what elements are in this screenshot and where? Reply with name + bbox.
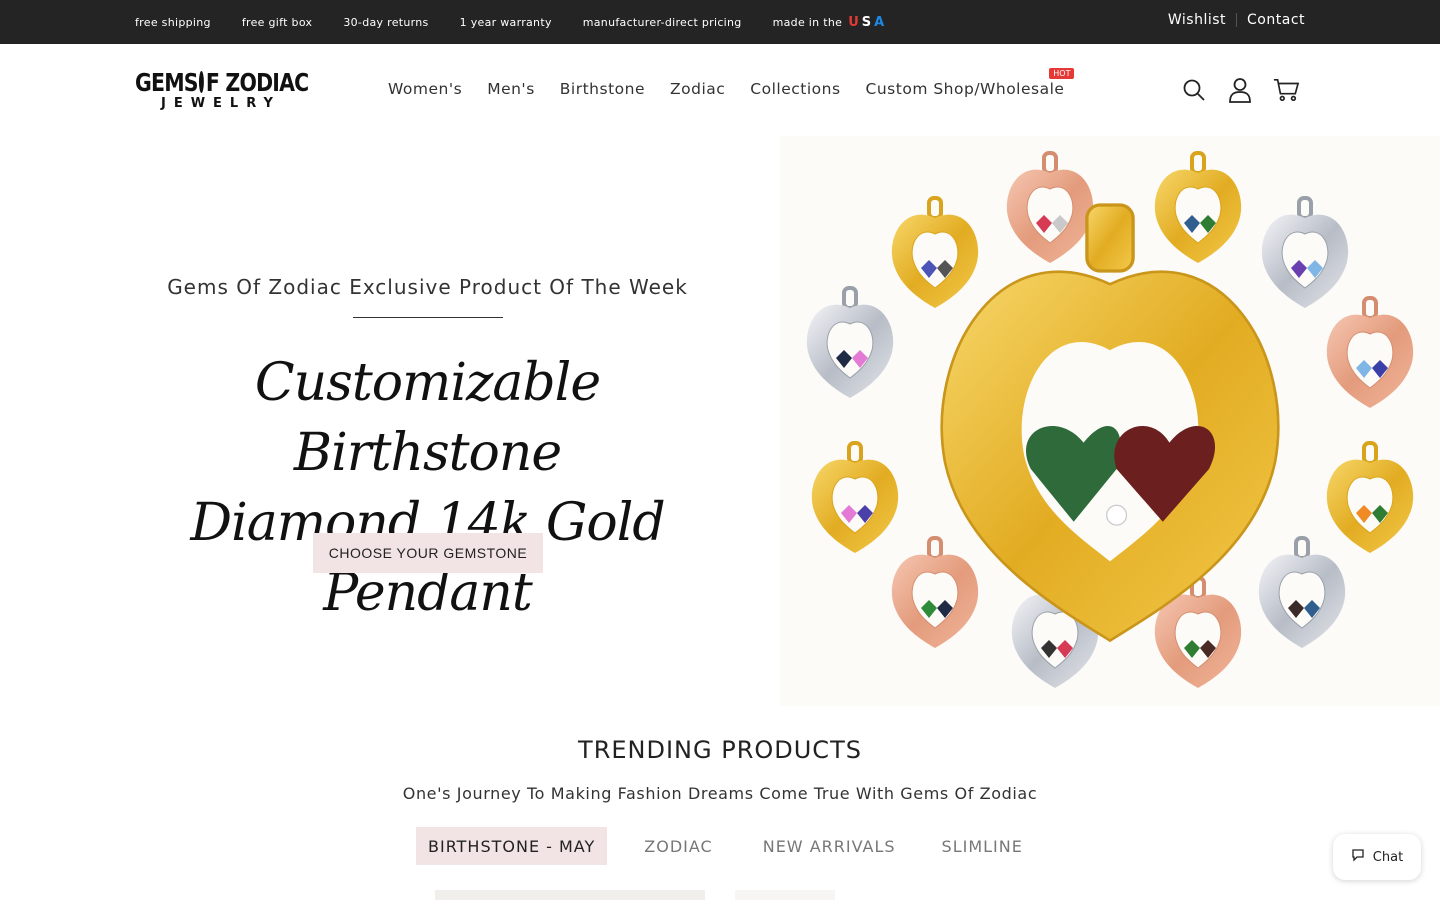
trending-subtitle: One's Journey To Making Fashion Dreams C… [402,784,1038,803]
pendant-small-1 [889,196,981,310]
account-icon[interactable] [1227,76,1253,104]
tab-zodiac[interactable]: ZODIAC [632,827,724,865]
logo-text-gems: GEMS [135,67,199,97]
hero-title-line1: Customizable Birthstone [254,353,601,483]
product-card-preview[interactable] [435,890,705,900]
chat-label: Chat [1372,849,1404,865]
hero-kicker: Gems Of Zodiac Exclusive Product Of The … [167,275,688,299]
perk-gift-box: free gift box [241,15,313,29]
trending-title: TRENDING PRODUCTS [578,736,862,764]
cart-icon[interactable] [1273,76,1299,104]
tab-birthstone-may[interactable]: BIRTHSTONE - MAY [416,827,608,865]
nav-item-custom-shop-label: Custom Shop/Wholesale [865,80,1065,98]
site-logo[interactable]: GEMS F ZODIAC JEWELRY [135,67,309,112]
pendant-main [940,203,1280,643]
logo-wordmark: GEMS F ZODIAC [135,67,309,97]
perk-warranty: 1 year warranty [459,15,552,29]
hero-text: Gems Of Zodiac Exclusive Product Of The … [135,136,720,706]
tab-new-arrivals[interactable]: NEW ARRIVALS [751,827,908,865]
nav-item-womens[interactable]: Women's [388,80,462,98]
hero-pendant-image[interactable] [780,136,1440,706]
perk-returns: 30-day returns [343,15,429,29]
trending-tabs: BIRTHSTONE - MAY ZODIAC NEW ARRIVALS SLI… [416,827,1057,865]
contact-link[interactable]: Contact [1247,12,1305,28]
perk-made-in-usa: made in the USA [773,15,888,30]
search-icon[interactable] [1181,76,1207,104]
usa-letter-s: S [861,14,875,30]
pendant-small-9 [889,536,981,650]
usa-letter-u: U [848,14,862,30]
hot-badge: HOT [1049,68,1075,79]
perk-pricing: manufacturer-direct pricing [582,15,742,29]
header-icons [1181,76,1299,104]
logo-text-zodiac: F ZODIAC [205,67,309,97]
chat-icon [1351,848,1365,866]
nav-item-birthstone[interactable]: Birthstone [560,80,645,98]
main-nav: Women's Men's Birthstone Zodiac Collecti… [388,68,1075,98]
pendant-small-3 [1152,151,1244,265]
made-in-label: made in the [772,15,843,29]
pendant-small-6 [1324,296,1416,410]
perk-free-shipping: free shipping [135,15,211,29]
product-card-preview[interactable] [735,890,835,900]
gem-o-icon [199,71,205,93]
pendant-small-5 [804,286,896,400]
site-header: GEMS F ZODIAC JEWELRY Women's Men's Birt… [0,44,1440,136]
divider [1236,13,1238,27]
pendant-small-7 [809,441,901,555]
pendant-small-12 [1256,536,1348,650]
logo-subtitle: JEWELRY [161,96,281,111]
announcement-bar: free shipping free gift box 30-day retur… [0,0,1440,44]
perks-list: free shipping free gift box 30-day retur… [135,0,887,44]
nav-item-collections[interactable]: Collections [750,80,840,98]
tab-slimline[interactable]: SLIMLINE [930,827,1035,865]
pendant-small-8 [1324,441,1416,555]
kicker-divider [353,317,503,318]
pendant-collage-image [804,151,1416,690]
choose-gemstone-button[interactable]: CHOOSE YOUR GEMSTONE [313,533,543,573]
wishlist-link[interactable]: Wishlist [1168,12,1226,28]
hero-title: Customizable Birthstone Diamond 14k Gold… [135,348,720,628]
nav-item-custom-shop[interactable]: Custom Shop/Wholesale HOT [865,68,1075,98]
nav-item-mens[interactable]: Men's [487,80,535,98]
usa-letter-a: A [874,14,888,30]
pendant-small-2 [1004,151,1096,265]
usa-flag-letters: USA [848,15,887,30]
chat-button[interactable]: Chat [1333,834,1421,880]
pendant-small-4 [1259,196,1351,310]
utility-links: Wishlist Contact [1168,0,1305,40]
nav-item-zodiac[interactable]: Zodiac [670,80,725,98]
